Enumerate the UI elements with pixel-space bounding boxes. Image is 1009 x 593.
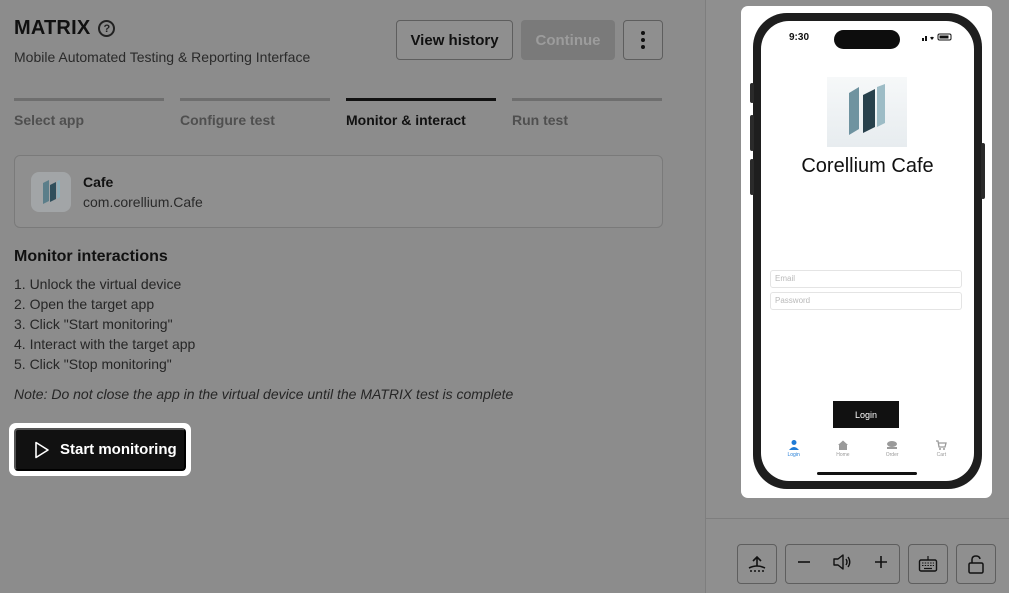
monitor-note: Note: Do not close the app in the virtua… — [14, 386, 514, 402]
app-bundle-id: com.corellium.Cafe — [83, 194, 203, 210]
keyboard-button[interactable] — [908, 544, 948, 584]
device-panel: 9:30 Corellium Cafe Email Password Login… — [705, 0, 1009, 593]
volume-icon — [832, 553, 852, 576]
help-icon[interactable]: ? — [98, 20, 116, 37]
unlock-button[interactable] — [956, 544, 996, 584]
dynamic-island — [834, 30, 900, 49]
keyboard-icon — [918, 556, 938, 572]
cafe-logo-icon — [827, 77, 907, 147]
continue-button[interactable]: Continue — [521, 20, 615, 60]
more-options-button[interactable] — [623, 20, 663, 60]
page-subtitle: Mobile Automated Testing & Reporting Int… — [14, 49, 311, 65]
screenshot-button[interactable] — [737, 544, 777, 584]
person-icon — [788, 440, 799, 450]
step-monitor-interact[interactable]: Monitor & interact — [346, 98, 496, 128]
monitor-title: Monitor interactions — [14, 248, 168, 265]
app-tab-bar: Login Home Order Cart — [761, 439, 974, 458]
volume-down-icon[interactable] — [796, 554, 812, 575]
instruction-item: 3. Click "Start monitoring" — [14, 316, 173, 332]
step-select-app[interactable]: Select app — [14, 98, 164, 128]
instruction-list: 1. Unlock the virtual device 2. Open the… — [14, 275, 195, 375]
start-monitoring-label: Start monitoring — [60, 441, 177, 458]
dish-icon — [887, 441, 898, 449]
password-field[interactable]: Password — [770, 292, 962, 310]
app-tab-label: Home — [836, 452, 850, 458]
step-configure-test[interactable]: Configure test — [180, 98, 330, 128]
instruction-item: 4. Interact with the target app — [14, 336, 196, 352]
play-icon — [35, 441, 49, 458]
phone-side-button — [750, 159, 754, 195]
view-history-button[interactable]: View history — [396, 20, 513, 60]
phone-side-button — [750, 115, 754, 151]
app-name: Cafe — [83, 174, 114, 190]
stepper: Select app Configure test Monitor & inte… — [14, 98, 662, 128]
phone-side-button — [981, 143, 985, 199]
email-field[interactable]: Email — [770, 270, 962, 288]
home-indicator — [817, 472, 917, 475]
app-tab-login[interactable]: Login — [774, 439, 814, 458]
instruction-item: 1. Unlock the virtual device — [14, 276, 182, 292]
step-run-test[interactable]: Run test — [512, 98, 662, 128]
more-vertical-icon — [641, 31, 645, 49]
app-tab-order[interactable]: Order — [872, 439, 912, 458]
login-button[interactable]: Login — [833, 401, 899, 428]
app-tab-label: Cart — [936, 452, 947, 458]
instruction-item: 5. Click "Stop monitoring" — [14, 356, 172, 372]
app-tab-cart[interactable]: Cart — [921, 439, 961, 458]
screenshot-icon — [748, 555, 766, 572]
volume-up-icon[interactable] — [873, 554, 889, 575]
device-screen[interactable]: 9:30 Corellium Cafe Email Password Login… — [761, 21, 974, 481]
app-tab-home[interactable]: Home — [823, 439, 863, 458]
app-screen-title: Corellium Cafe — [801, 155, 934, 177]
app-tab-label: Order — [885, 452, 899, 458]
panel-divider — [706, 518, 1009, 519]
status-time: 9:30 — [789, 32, 810, 43]
phone-side-button — [750, 83, 754, 103]
volume-controls — [785, 544, 900, 584]
status-icons — [922, 32, 954, 43]
app-tab-label: Login — [787, 452, 800, 458]
house-icon — [837, 440, 848, 450]
phone-frame: 9:30 Corellium Cafe Email Password Login… — [750, 13, 985, 489]
cart-icon — [936, 440, 948, 450]
start-monitoring-highlight: Start monitoring — [9, 423, 191, 476]
app-card: Cafe com.corellium.Cafe — [14, 155, 663, 228]
instruction-item: 2. Open the target app — [14, 296, 155, 312]
main-panel: MATRIX ? Mobile Automated Testing & Repo… — [0, 0, 705, 593]
unlock-icon — [968, 555, 984, 574]
page-title: MATRIX — [14, 17, 91, 39]
start-monitoring-button[interactable]: Start monitoring — [14, 428, 186, 471]
app-logo-icon — [31, 172, 71, 212]
title-row: MATRIX ? — [14, 17, 116, 40]
device-preview: 9:30 Corellium Cafe Email Password Login… — [741, 6, 992, 498]
